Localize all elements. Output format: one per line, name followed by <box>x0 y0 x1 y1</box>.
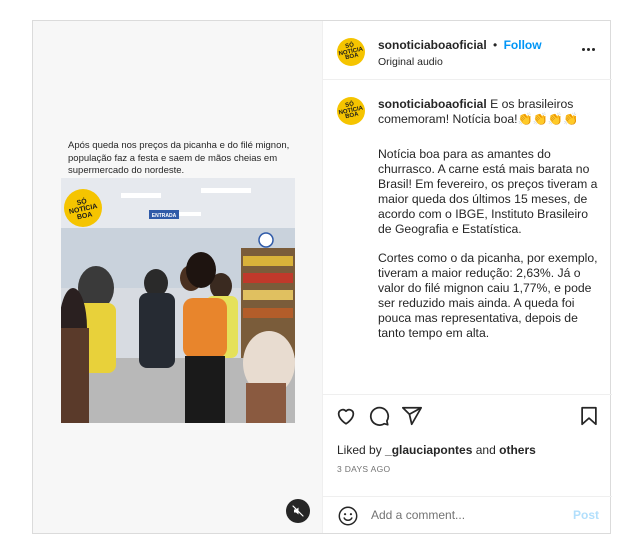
svg-text:ENTRADA: ENTRADA <box>152 213 177 219</box>
more-options-button[interactable] <box>578 39 598 59</box>
follow-button[interactable]: Follow <box>504 38 542 52</box>
caption-paragraph-2: Cortes como o da picanha, por exemplo, t… <box>378 251 598 340</box>
author-avatar[interactable]: SÓ NOTÍCIA BOA <box>337 38 365 66</box>
share-icon[interactable] <box>401 405 423 427</box>
comment-input[interactable] <box>371 506 561 524</box>
mute-button[interactable] <box>286 499 310 523</box>
emoji-icon[interactable] <box>337 505 359 527</box>
post-header: SÓ NOTÍCIA BOA sonoticiaboaoficial • Fol… <box>323 21 612 80</box>
action-bar <box>323 394 612 434</box>
caption-text: sonoticiaboaoficial E os brasileiros com… <box>378 97 598 355</box>
liked-by-user[interactable]: _glauciapontes <box>385 443 472 457</box>
likes-others-link[interactable]: others <box>499 443 536 457</box>
author-username[interactable]: sonoticiaboaoficial <box>378 38 487 52</box>
video-frame[interactable]: ENTRADA SÓ NOTÍCIA BOA <box>61 178 295 423</box>
post-timestamp[interactable]: 3 DAYS AGO <box>337 464 390 474</box>
post-comment-button[interactable]: Post <box>573 508 599 522</box>
author-line: sonoticiaboaoficial • Follow <box>378 38 542 52</box>
supermarket-scene: ENTRADA SÓ NOTÍCIA BOA <box>61 178 295 423</box>
video-headline: Após queda nos preços da picanha e do fi… <box>68 140 290 176</box>
instagram-post: Após queda nos preços da picanha e do fi… <box>32 20 612 534</box>
speaker-muted-icon <box>292 505 304 517</box>
heart-icon[interactable] <box>335 405 357 427</box>
brand-logo-overlay: SÓ NOTÍCIA BOA <box>64 189 102 227</box>
audio-link[interactable]: Original audio <box>378 56 443 68</box>
post-media[interactable]: Após queda nos preços da picanha e do fi… <box>33 21 322 533</box>
likes-summary: Liked by _glauciapontes and others <box>337 443 536 457</box>
bookmark-icon[interactable] <box>578 405 600 427</box>
post-sidebar: SÓ NOTÍCIA BOA sonoticiaboaoficial • Fol… <box>322 21 612 533</box>
caption-author-avatar[interactable]: SÓ NOTÍCIA BOA <box>337 97 365 125</box>
comment-icon[interactable] <box>368 405 390 427</box>
separator-dot: • <box>493 38 498 52</box>
caption-username[interactable]: sonoticiaboaoficial <box>378 97 487 111</box>
comment-bar: Post <box>323 496 612 533</box>
more-dot-icon <box>581 47 585 51</box>
caption-section: SÓ NOTÍCIA BOA sonoticiaboaoficial E os … <box>323 81 612 394</box>
caption-paragraph-1: Notícia boa para as amantes do churrasco… <box>378 147 598 236</box>
